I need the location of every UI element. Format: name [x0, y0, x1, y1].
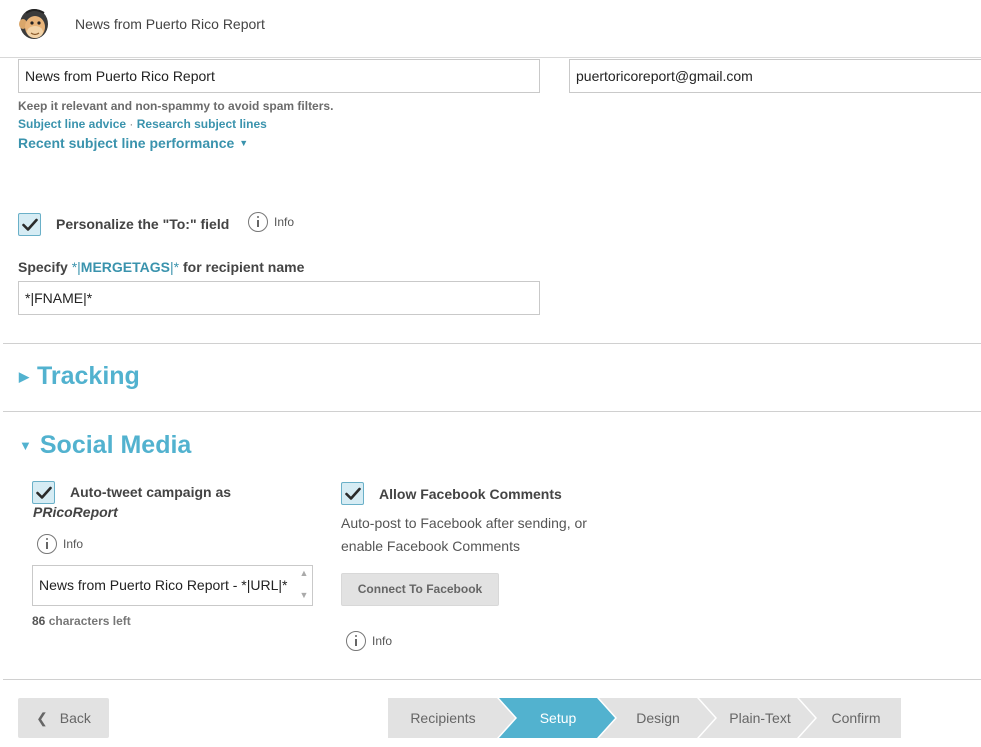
- facebook-description: Auto-post to Facebook after sending, or …: [341, 512, 621, 558]
- connect-to-facebook-button[interactable]: Connect To Facebook: [341, 573, 499, 606]
- mailchimp-logo-icon[interactable]: [18, 7, 50, 41]
- facebook-description-line-1: Auto-post to Facebook after sending, or: [341, 515, 587, 531]
- chevron-left-icon: ❮: [36, 709, 48, 726]
- subject-input[interactable]: [18, 59, 540, 93]
- back-button[interactable]: ❮ Back: [18, 698, 109, 738]
- triangle-right-icon: ▶: [19, 368, 29, 384]
- merge-tags-link[interactable]: MERGETAGS: [81, 259, 170, 275]
- checkmark-icon: [36, 486, 52, 499]
- step-recipients[interactable]: Recipients: [388, 698, 515, 738]
- merge-prefix: Specify: [18, 259, 72, 275]
- merge-tags-label: Specify *|MERGETAGS|* for recipient name: [18, 259, 304, 275]
- facebook-info[interactable]: Info: [346, 631, 392, 651]
- merge-tag-close: |*: [170, 259, 180, 275]
- facebook-comments-checkbox[interactable]: [341, 482, 364, 505]
- info-icon: [346, 631, 366, 651]
- info-label: Info: [372, 634, 393, 648]
- subject-line-advice-link[interactable]: Subject line advice: [18, 117, 126, 131]
- from-email-input[interactable]: [569, 59, 981, 93]
- section-divider: [3, 411, 981, 412]
- merge-tag-open: *|: [71, 259, 81, 275]
- recent-subject-performance-link[interactable]: Recent subject line performance ▼: [18, 135, 248, 151]
- step-setup-label: Setup: [540, 710, 577, 726]
- info-icon: [248, 212, 268, 232]
- personalize-checkbox[interactable]: [18, 213, 41, 236]
- caret-down-icon: ▼: [239, 138, 249, 148]
- personalize-label: Personalize the "To:" field: [56, 216, 230, 232]
- info-label: Info: [274, 215, 295, 229]
- campaign-title: News from Puerto Rico Report: [75, 16, 265, 32]
- footer-divider: [3, 679, 981, 680]
- tweet-textarea[interactable]: News from Puerto Rico Report - *|URL|* ▲…: [32, 565, 313, 606]
- characters-left-label: characters left: [48, 614, 131, 628]
- twitter-handle: PRicoReport: [33, 504, 118, 520]
- auto-tweet-checkbox[interactable]: [32, 481, 55, 504]
- info-icon: [37, 534, 57, 554]
- merge-suffix: for recipient name: [179, 259, 305, 275]
- characters-left-count: 86: [32, 614, 46, 628]
- social-media-section-toggle[interactable]: ▼ Social Media: [19, 431, 191, 460]
- wizard-steps: Recipients Setup Design Plain-Text Confi…: [388, 698, 901, 738]
- step-plain-text-label: Plain-Text: [729, 710, 791, 726]
- personalize-info[interactable]: Info: [248, 212, 294, 232]
- scroll-down-icon[interactable]: ▼: [298, 590, 310, 600]
- subject-hint: Keep it relevant and non-spammy to avoid…: [18, 99, 334, 113]
- recent-subject-performance-label: Recent subject line performance: [18, 135, 235, 151]
- step-design-label: Design: [636, 710, 680, 726]
- tracking-title: Tracking: [37, 362, 140, 390]
- social-media-title: Social Media: [39, 431, 192, 459]
- characters-left: 86 characters left: [32, 614, 131, 628]
- triangle-down-icon: ▼: [19, 438, 32, 453]
- step-design[interactable]: Design: [599, 698, 715, 738]
- facebook-description-line-2: enable Facebook Comments: [341, 538, 520, 554]
- app-header: News from Puerto Rico Report: [0, 0, 981, 58]
- subject-links: Subject line advice · Research subject l…: [18, 117, 267, 131]
- auto-tweet-label: Auto-tweet campaign as: [70, 484, 232, 500]
- scroll-up-icon[interactable]: ▲: [298, 568, 310, 578]
- info-label: Info: [63, 537, 84, 551]
- step-confirm-label: Confirm: [831, 710, 880, 726]
- auto-tweet-info[interactable]: Info: [37, 534, 83, 554]
- recipient-name-input[interactable]: [18, 281, 540, 315]
- checkmark-icon: [345, 487, 361, 500]
- link-separator: ·: [129, 117, 134, 131]
- checkmark-icon: [22, 218, 38, 231]
- tweet-scrollbar[interactable]: ▲ ▼: [298, 568, 310, 603]
- step-plain-text[interactable]: Plain-Text: [699, 698, 815, 738]
- step-recipients-label: Recipients: [410, 710, 475, 726]
- back-label: Back: [59, 710, 91, 726]
- step-setup[interactable]: Setup: [499, 698, 615, 738]
- tweet-text: News from Puerto Rico Report - *|URL|*: [39, 577, 288, 593]
- facebook-comments-label: Allow Facebook Comments: [379, 486, 562, 502]
- tracking-section-toggle[interactable]: ▶ Tracking: [19, 362, 140, 391]
- research-subject-lines-link[interactable]: Research subject lines: [137, 117, 267, 131]
- section-divider: [3, 343, 981, 344]
